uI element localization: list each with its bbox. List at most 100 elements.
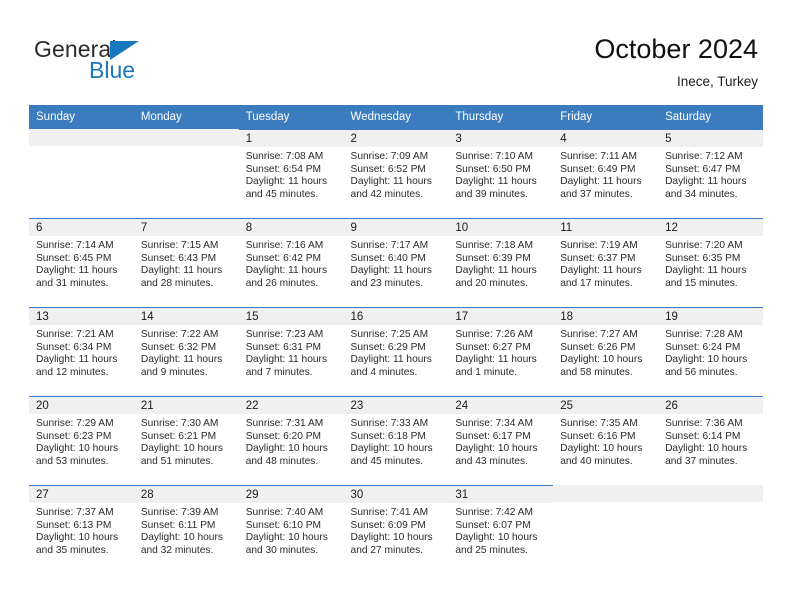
daylight-duration-line2: and 42 minutes. [350, 188, 424, 200]
empty-day-cell [133, 129, 239, 218]
day-details: Sunrise: 7:37 AM Sunset: 6:13 PM Daylight:… [29, 503, 134, 557]
calendar-day-cell[interactable]: 13 Sunrise: 7:21 AM Sunset: 6:34 PM Dayligh… [29, 307, 134, 396]
sunset-time: Sunset: 6:16 PM [560, 430, 636, 442]
day-details: Sunrise: 7:42 AM Sunset: 6:07 PM Daylight:… [448, 503, 553, 557]
sunset-time: Sunset: 6:52 PM [350, 163, 426, 175]
calendar-week-row: 20 Sunrise: 7:29 AM Sunset: 6:23 PM Dayligh… [29, 396, 763, 485]
calendar-day-cell[interactable]: 9 Sunrise: 7:17 AM Sunset: 6:40 PM Daylight… [343, 218, 449, 307]
calendar-day-cell[interactable]: 16 Sunrise: 7:25 AM Sunset: 6:29 PM Dayligh… [343, 307, 449, 396]
day-details: Sunrise: 7:09 AM Sunset: 6:52 PM Daylight:… [344, 147, 449, 201]
sunset-time: Sunset: 6:17 PM [455, 430, 531, 442]
day-cell-25: 25 Sunrise: 7:35 AM Sunset: 6:16 PM Dayligh… [553, 396, 659, 485]
daylight-duration-line1: Daylight: 10 hours [455, 443, 538, 455]
day-cell-1: 1 Sunrise: 7:08 AM Sunset: 6:54 PM Daylight… [238, 129, 344, 218]
calendar-day-cell[interactable]: 22 Sunrise: 7:31 AM Sunset: 6:20 PM Dayligh… [238, 396, 344, 485]
calendar-day-cell[interactable]: 4 Sunrise: 7:11 AM Sunset: 6:49 PM Daylight… [553, 129, 659, 218]
page-header: General Blue October 2024 Inece, Turkey [0, 0, 792, 100]
calendar-day-cell[interactable]: 29 Sunrise: 7:40 AM Sunset: 6:10 PM Dayligh… [238, 485, 344, 574]
sunset-time: Sunset: 6:24 PM [665, 341, 741, 353]
day-details: Sunrise: 7:27 AM Sunset: 6:26 PM Daylight:… [553, 325, 658, 379]
day-cell-18: 18 Sunrise: 7:27 AM Sunset: 6:26 PM Dayligh… [553, 307, 659, 396]
sunrise-time: Sunrise: 7:11 AM [560, 151, 638, 162]
calendar-day-cell[interactable]: 25 Sunrise: 7:35 AM Sunset: 6:16 PM Dayligh… [553, 396, 659, 485]
calendar-week-row: 6 Sunrise: 7:14 AM Sunset: 6:45 PM Daylight… [29, 218, 763, 307]
sunset-time: Sunset: 6:49 PM [560, 163, 636, 175]
day-cell-19: 19 Sunrise: 7:28 AM Sunset: 6:24 PM Dayligh… [658, 307, 763, 396]
calendar-day-cell[interactable]: 18 Sunrise: 7:27 AM Sunset: 6:26 PM Dayligh… [553, 307, 659, 396]
calendar-day-cell[interactable]: 31 Sunrise: 7:42 AM Sunset: 6:07 PM Dayligh… [448, 485, 554, 574]
day-number: 21 [133, 397, 239, 414]
daylight-duration-line2: and 26 minutes. [245, 277, 319, 289]
calendar-day-cell[interactable]: 10 Sunrise: 7:18 AM Sunset: 6:39 PM Dayligh… [448, 218, 554, 307]
calendar-day-cell[interactable]: 11 Sunrise: 7:19 AM Sunset: 6:37 PM Dayligh… [553, 218, 659, 307]
weekday-header-wednesday: Wednesday [343, 105, 449, 129]
day-number: 2 [343, 130, 449, 147]
calendar-day-cell[interactable]: 23 Sunrise: 7:33 AM Sunset: 6:18 PM Dayligh… [343, 396, 449, 485]
calendar-day-cell[interactable]: 6 Sunrise: 7:14 AM Sunset: 6:45 PM Daylight… [29, 218, 134, 307]
calendar-week-row: 1 Sunrise: 7:08 AM Sunset: 6:54 PM Daylight… [29, 129, 763, 218]
calendar-day-cell[interactable]: 15 Sunrise: 7:23 AM Sunset: 6:31 PM Dayligh… [238, 307, 344, 396]
daylight-duration-line1: Daylight: 11 hours [245, 265, 328, 277]
daylight-duration-line2: and 28 minutes. [140, 277, 214, 289]
calendar-day-cell[interactable]: 24 Sunrise: 7:34 AM Sunset: 6:17 PM Dayligh… [448, 396, 554, 485]
sunset-time: Sunset: 6:37 PM [560, 252, 636, 264]
calendar-day-cell[interactable]: 1 Sunrise: 7:08 AM Sunset: 6:54 PM Daylight… [238, 129, 344, 218]
daylight-duration-line2: and 37 minutes. [560, 188, 633, 200]
day-details: Sunrise: 7:23 AM Sunset: 6:31 PM Daylight:… [239, 325, 344, 379]
day-cell-5: 5 Sunrise: 7:12 AM Sunset: 6:47 PM Daylight… [658, 129, 763, 218]
location-subtitle: Inece, Turkey [676, 74, 758, 89]
calendar-day-cell[interactable]: 14 Sunrise: 7:22 AM Sunset: 6:32 PM Dayligh… [133, 307, 239, 396]
calendar-day-cell[interactable]: 17 Sunrise: 7:26 AM Sunset: 6:27 PM Dayligh… [448, 307, 554, 396]
calendar-day-cell[interactable]: 21 Sunrise: 7:30 AM Sunset: 6:21 PM Dayligh… [133, 396, 239, 485]
calendar-day-cell[interactable]: 27 Sunrise: 7:37 AM Sunset: 6:13 PM Dayligh… [29, 485, 134, 574]
sunset-time: Sunset: 6:42 PM [245, 252, 322, 264]
sunrise-time: Sunrise: 7:10 AM [455, 151, 533, 162]
daylight-duration-line1: Daylight: 11 hours [560, 265, 642, 277]
day-cell-20: 20 Sunrise: 7:29 AM Sunset: 6:23 PM Dayligh… [29, 396, 134, 485]
day-number: 28 [133, 486, 239, 503]
day-details: Sunrise: 7:19 AM Sunset: 6:37 PM Daylight:… [553, 236, 658, 290]
calendar-day-cell[interactable]: 12 Sunrise: 7:20 AM Sunset: 6:35 PM Dayligh… [658, 218, 763, 307]
day-number: 10 [448, 219, 554, 236]
day-details: Sunrise: 7:29 AM Sunset: 6:23 PM Daylight:… [29, 414, 134, 468]
calendar-day-cell[interactable]: 19 Sunrise: 7:28 AM Sunset: 6:24 PM Dayligh… [658, 307, 763, 396]
sunset-time: Sunset: 6:35 PM [665, 252, 741, 264]
calendar-day-cell[interactable]: 7 Sunrise: 7:15 AM Sunset: 6:43 PM Daylight… [133, 218, 239, 307]
daylight-duration-line1: Daylight: 11 hours [665, 176, 747, 188]
daylight-duration-line1: Daylight: 10 hours [665, 354, 748, 366]
calendar-day-cell[interactable]: 28 Sunrise: 7:39 AM Sunset: 6:11 PM Dayligh… [133, 485, 239, 574]
day-number: 5 [658, 130, 763, 147]
day-details: Sunrise: 7:25 AM Sunset: 6:29 PM Daylight:… [344, 325, 449, 379]
sunset-time: Sunset: 6:45 PM [36, 252, 112, 264]
calendar-day-cell[interactable]: 26 Sunrise: 7:36 AM Sunset: 6:14 PM Dayligh… [658, 396, 763, 485]
day-number: 11 [553, 219, 659, 236]
day-details: Sunrise: 7:12 AM Sunset: 6:47 PM Daylight:… [658, 147, 763, 201]
daylight-duration-line1: Daylight: 11 hours [245, 354, 328, 366]
daylight-duration-line1: Daylight: 11 hours [560, 176, 642, 188]
day-number [658, 485, 763, 502]
daylight-duration-line1: Daylight: 10 hours [350, 443, 433, 455]
calendar-day-cell [553, 485, 659, 574]
sunrise-time: Sunrise: 7:30 AM [140, 418, 219, 429]
sunset-time: Sunset: 6:13 PM [36, 519, 112, 531]
calendar-day-cell[interactable]: 8 Sunrise: 7:16 AM Sunset: 6:42 PM Daylight… [238, 218, 344, 307]
calendar-day-cell[interactable]: 5 Sunrise: 7:12 AM Sunset: 6:47 PM Daylight… [658, 129, 763, 218]
daylight-duration-line1: Daylight: 11 hours [350, 354, 432, 366]
calendar-day-cell[interactable]: 2 Sunrise: 7:09 AM Sunset: 6:52 PM Daylight… [343, 129, 449, 218]
sunset-time: Sunset: 6:27 PM [455, 341, 531, 353]
day-cell-17: 17 Sunrise: 7:26 AM Sunset: 6:27 PM Dayligh… [448, 307, 554, 396]
sunset-time: Sunset: 6:10 PM [245, 519, 322, 531]
day-details: Sunrise: 7:22 AM Sunset: 6:32 PM Daylight:… [134, 325, 239, 379]
day-cell-10: 10 Sunrise: 7:18 AM Sunset: 6:39 PM Dayligh… [448, 218, 554, 307]
day-cell-8: 8 Sunrise: 7:16 AM Sunset: 6:42 PM Daylight… [238, 218, 344, 307]
general-blue-logo[interactable]: General Blue [34, 36, 224, 92]
weekday-header-friday: Friday [553, 105, 659, 129]
day-number [553, 485, 659, 502]
calendar-day-cell[interactable]: 30 Sunrise: 7:41 AM Sunset: 6:09 PM Dayligh… [343, 485, 449, 574]
calendar-day-cell[interactable]: 3 Sunrise: 7:10 AM Sunset: 6:50 PM Daylight… [448, 129, 554, 218]
daylight-duration-line1: Daylight: 11 hours [455, 354, 537, 366]
calendar-day-cell[interactable]: 20 Sunrise: 7:29 AM Sunset: 6:23 PM Dayligh… [29, 396, 134, 485]
day-details: Sunrise: 7:35 AM Sunset: 6:16 PM Daylight:… [553, 414, 658, 468]
weekday-header-row: Sunday Monday Tuesday Wednesday Thursday… [29, 105, 763, 129]
day-cell-22: 22 Sunrise: 7:31 AM Sunset: 6:20 PM Dayligh… [238, 396, 344, 485]
